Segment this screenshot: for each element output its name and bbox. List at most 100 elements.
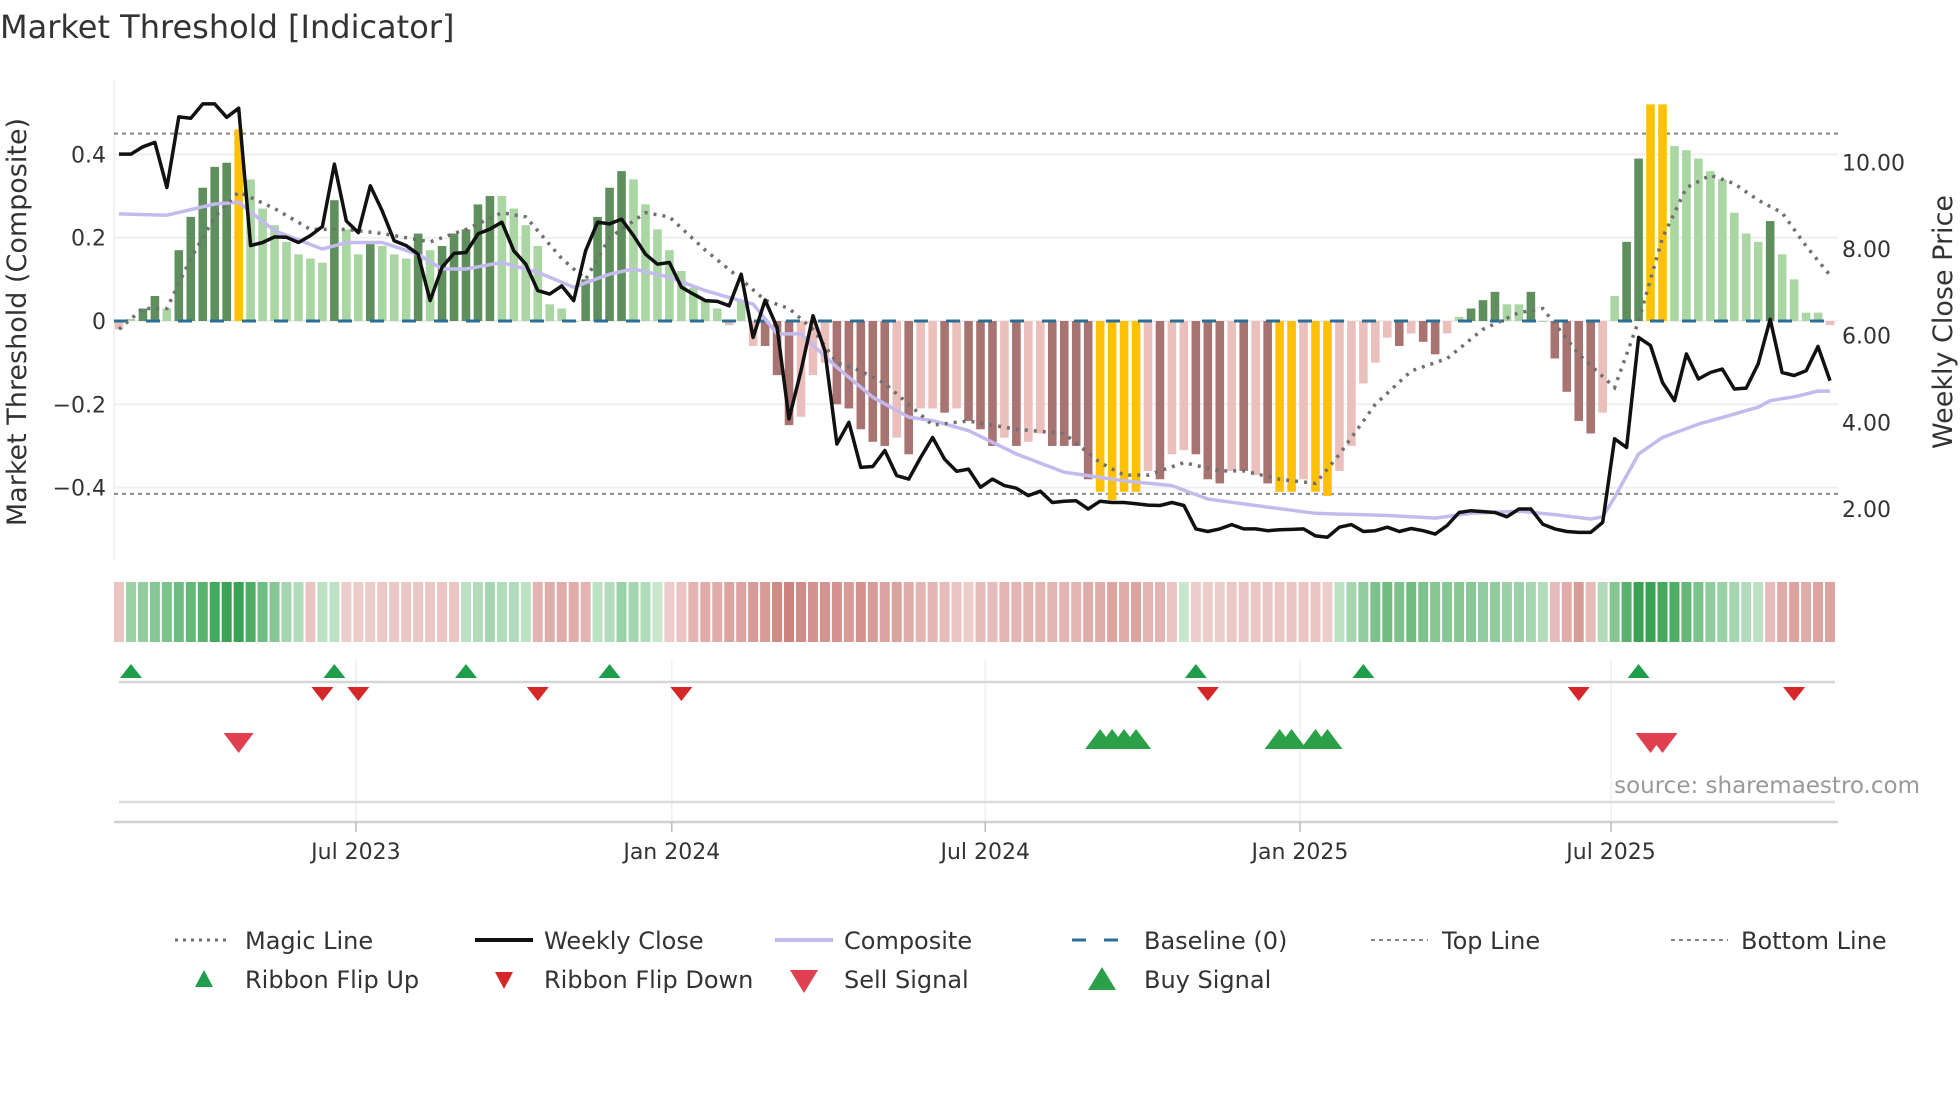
composite-bar xyxy=(1012,321,1021,446)
y-tick-label: −0.4 xyxy=(53,477,106,502)
ribbon-cell xyxy=(269,582,280,642)
ribbon-cell xyxy=(1406,582,1417,642)
composite-bar xyxy=(1275,321,1284,492)
composite-bar xyxy=(1610,296,1619,321)
ribbon-cell xyxy=(987,582,998,642)
composite-bar xyxy=(1622,241,1631,321)
legend-label: Ribbon Flip Down xyxy=(544,966,753,994)
composite-bar xyxy=(389,254,399,321)
source-text: source: sharemaestro.com xyxy=(1614,773,1920,799)
ribbon-cell xyxy=(831,582,842,642)
ribbon-flip-down-marker xyxy=(1196,687,1219,701)
ribbon-cell xyxy=(197,582,208,642)
ribbon-cell xyxy=(185,582,196,642)
ribbon-cell xyxy=(149,582,160,642)
ribbon-cell xyxy=(963,582,974,642)
ribbon-cell xyxy=(1741,582,1752,642)
ribbon-cell xyxy=(1214,582,1225,642)
x-tick-label: Jan 2025 xyxy=(1249,840,1348,865)
ribbon-cell xyxy=(1095,582,1106,642)
ribbon-cell xyxy=(879,582,890,642)
composite-bar xyxy=(1753,241,1763,321)
ribbon-cell xyxy=(1513,582,1524,642)
legend-item-ribbon-flip-up[interactable]: Ribbon Flip Up xyxy=(195,966,419,994)
composite-bar xyxy=(449,233,459,321)
composite-bar xyxy=(1251,321,1260,476)
composite-line xyxy=(118,200,1830,521)
composite-bar xyxy=(545,304,555,321)
ribbon-flip-up-marker xyxy=(323,664,346,678)
sell-signal-marker xyxy=(223,733,254,753)
ribbon-cell xyxy=(508,582,519,642)
ribbon-cell xyxy=(1370,582,1381,642)
ribbon-cell xyxy=(401,582,412,642)
composite-bar xyxy=(1634,158,1643,321)
composite-bar xyxy=(401,258,411,321)
legend-item-weekly-close[interactable]: Weekly Close xyxy=(475,927,704,955)
composite-bar xyxy=(1430,321,1440,355)
composite-bar xyxy=(306,258,315,321)
magic-line xyxy=(117,173,1832,486)
composite-bar xyxy=(1765,221,1775,321)
y2-axis-ticks: 10.00 8.00 6.00 4.00 2.00 xyxy=(1842,151,1905,523)
ribbon-cell xyxy=(999,582,1010,642)
composite-bar xyxy=(1670,146,1679,321)
composite-bar xyxy=(1466,308,1476,321)
composite-bar xyxy=(1706,171,1715,321)
triangle-up-icon xyxy=(1088,967,1116,990)
ribbon-cell xyxy=(1609,582,1620,642)
ribbon-cell xyxy=(341,582,352,642)
ribbon-cell xyxy=(377,582,388,642)
legend-item-top-line[interactable]: Top Line xyxy=(1371,927,1540,955)
ribbon-cell xyxy=(1346,582,1357,642)
composite-bar xyxy=(294,254,303,321)
legend-item-composite[interactable]: Composite xyxy=(775,927,972,955)
ribbon-cell xyxy=(1585,582,1596,642)
ribbon-flip-down-marker xyxy=(347,687,370,701)
ribbon-cell xyxy=(927,582,938,642)
composite-bar xyxy=(222,162,231,321)
ribbon-cell xyxy=(544,582,555,642)
ribbon-cell xyxy=(137,582,148,642)
legend-item-sell-signal[interactable]: Sell Signal xyxy=(790,966,969,994)
ribbon-cell xyxy=(1454,582,1465,642)
ribbon-cell xyxy=(604,582,615,642)
ribbon-cell xyxy=(389,582,400,642)
ribbon-cell xyxy=(700,582,711,642)
composite-bar xyxy=(1718,179,1727,321)
ribbon-flip-down-marker xyxy=(311,687,334,701)
composite-bar xyxy=(1227,321,1237,471)
ribbon-cell xyxy=(915,582,926,642)
ribbon-cell xyxy=(257,582,268,642)
triangle-down-icon xyxy=(495,972,513,989)
ribbon-cell xyxy=(329,582,340,642)
legend-item-bottom-line[interactable]: Bottom Line xyxy=(1671,927,1887,955)
y2-tick-label: 2.00 xyxy=(1842,498,1891,523)
legend-item-buy-signal[interactable]: Buy Signal xyxy=(1088,966,1271,994)
ribbon-cell xyxy=(1310,582,1321,642)
ribbon-cell xyxy=(1190,582,1201,642)
composite-bar xyxy=(557,308,567,321)
ribbon-cell xyxy=(1669,582,1680,642)
composite-bar xyxy=(1179,321,1189,451)
composite-bar xyxy=(1574,321,1584,421)
composite-bar xyxy=(916,321,925,409)
legend-item-magic-line[interactable]: Magic Line xyxy=(175,927,373,955)
x-tick-label: Jul 2023 xyxy=(309,840,401,865)
ribbon-cell xyxy=(1011,582,1022,642)
legend-item-ribbon-flip-down[interactable]: Ribbon Flip Down xyxy=(495,966,753,994)
composite-bar xyxy=(1263,321,1272,484)
legend-item-baseline[interactable]: Baseline (0) xyxy=(1072,927,1287,955)
composite-bar xyxy=(856,321,866,430)
ribbon-flip-up-marker xyxy=(598,664,621,678)
ribbon-cell xyxy=(1549,582,1560,642)
legend-label: Magic Line xyxy=(245,927,373,955)
ribbon-flip-up-marker xyxy=(454,664,477,678)
legend-label: Baseline (0) xyxy=(1144,927,1287,955)
ribbon-flip-up-marker xyxy=(1352,664,1375,678)
ribbon-cell xyxy=(592,582,603,642)
ribbon-cell xyxy=(1154,582,1165,642)
ribbon-cell xyxy=(1489,582,1500,642)
ribbon-cell xyxy=(628,582,639,642)
ribbon-cell xyxy=(796,582,807,642)
